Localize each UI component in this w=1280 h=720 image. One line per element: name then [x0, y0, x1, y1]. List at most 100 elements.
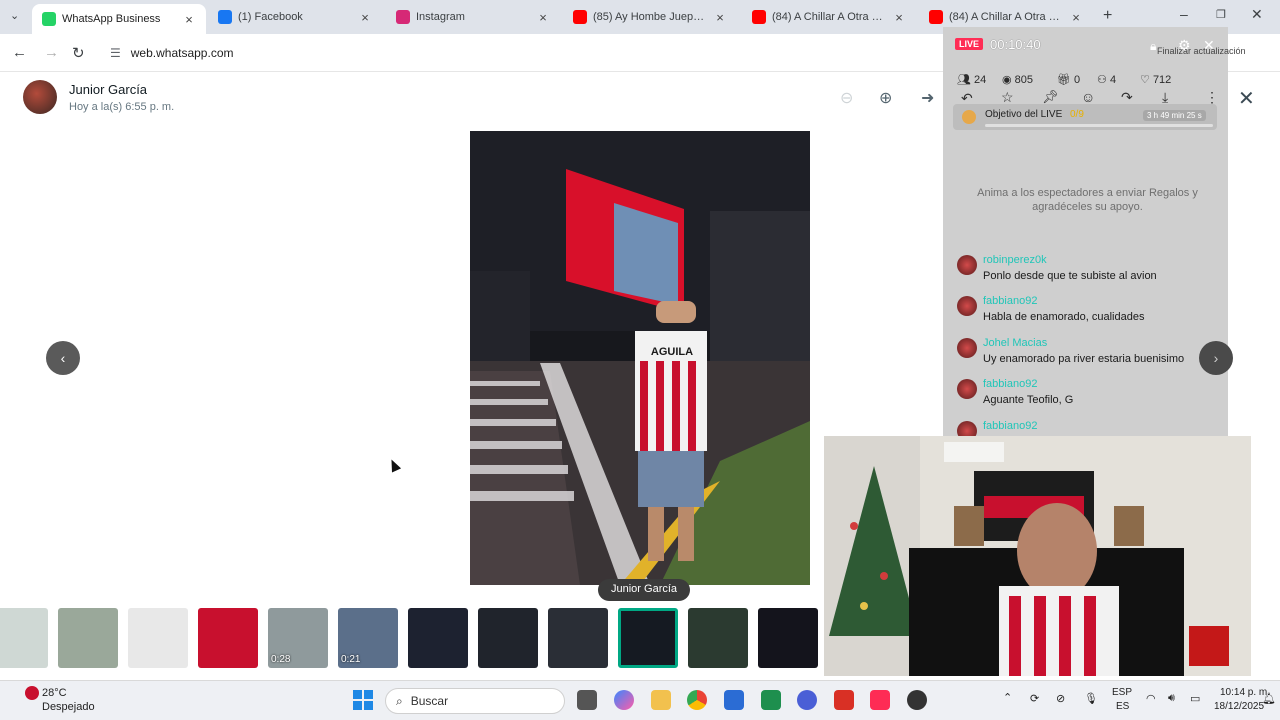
zoom-in-icon[interactable]: ⊕	[879, 88, 892, 108]
forward-icon[interactable]: →	[44, 44, 59, 61]
sender-timestamp: Hoy a la(s) 6:55 p. m.	[69, 101, 175, 113]
pdf-icon[interactable]	[834, 690, 854, 710]
minimize-icon[interactable]: –	[1180, 6, 1188, 22]
new-tab-icon[interactable]: +	[1103, 7, 1112, 25]
media-thumbnail[interactable]	[618, 608, 678, 668]
battery-icon[interactable]: ▭	[1190, 692, 1200, 705]
tray-chevron-icon[interactable]: ⌃	[1003, 691, 1012, 704]
close-window-icon[interactable]: ✕	[1251, 6, 1263, 23]
back-icon[interactable]: ←	[12, 44, 27, 61]
tab-close-icon[interactable]: ×	[358, 10, 372, 25]
close-live-icon[interactable]: ✕	[1203, 37, 1215, 54]
tab-label: (1) Facebook	[238, 11, 303, 23]
close-viewer-icon[interactable]: ✕	[1238, 86, 1255, 111]
copilot-icon[interactable]	[614, 690, 634, 710]
previous-media-button[interactable]: ‹	[46, 341, 80, 375]
avatar[interactable]	[23, 80, 57, 114]
viewers-count: 24	[974, 74, 987, 86]
emoji-icon[interactable]: ☺	[1081, 89, 1095, 105]
microphone-icon[interactable]: 🎙︎	[1084, 692, 1098, 705]
media-thumbnail[interactable]	[0, 608, 48, 668]
tab-close-icon[interactable]: ×	[182, 12, 196, 27]
reload-icon[interactable]: ↻	[72, 44, 85, 62]
wifi-icon[interactable]: ◠	[1146, 692, 1156, 705]
media-image: AGUILA	[470, 131, 810, 585]
eye-icon: ◉	[1002, 74, 1012, 86]
viewers-stat: 👥︎ 24	[957, 73, 986, 86]
goal-progress: 0/9	[1070, 109, 1084, 120]
chat-avatar[interactable]	[957, 255, 977, 275]
clock-date[interactable]: 18/12/2025	[1214, 701, 1264, 712]
media-thumbnail[interactable]	[198, 608, 258, 668]
chat-username[interactable]: fabbiano92	[983, 378, 1037, 390]
tab-label: (85) Ay Hombe Juepa Je, B	[593, 11, 707, 23]
obs-icon[interactable]	[907, 690, 927, 710]
settings-icon[interactable]: ⚙	[1178, 37, 1191, 54]
views-count: 805	[1014, 74, 1034, 86]
notifications-icon[interactable]: 🔔︎	[1262, 692, 1276, 705]
tray-network-off-icon[interactable]: ⊘	[1056, 692, 1065, 705]
tab-close-icon[interactable]: ×	[892, 10, 906, 25]
media-thumbnail[interactable]: 0:28	[268, 608, 328, 668]
tiktok-live-icon[interactable]	[870, 690, 890, 710]
media-thumbnail[interactable]	[58, 608, 118, 668]
tab-close-icon[interactable]: ×	[536, 10, 550, 25]
tab-favicon-icon	[929, 10, 943, 24]
media-thumbnail[interactable]	[478, 608, 538, 668]
lock-icon[interactable]: 🔒︎	[1150, 39, 1156, 54]
chat-avatar[interactable]	[957, 338, 977, 358]
task-view-icon[interactable]	[577, 690, 597, 710]
windows-start-icon[interactable]	[353, 690, 373, 710]
tray-app-icon[interactable]: ⟳	[1030, 692, 1039, 705]
zoom-out-icon[interactable]: ⊖	[840, 88, 853, 108]
gifts-count: 0	[1074, 74, 1081, 86]
tab-favicon-icon	[396, 10, 410, 24]
app-icon[interactable]	[797, 690, 817, 710]
tab-close-icon[interactable]: ×	[713, 10, 727, 25]
chat-avatar[interactable]	[957, 296, 977, 316]
next-media-button[interactable]: ›	[1199, 341, 1233, 375]
file-explorer-icon[interactable]	[651, 690, 671, 710]
browser-tab[interactable]: WhatsApp Business ×	[32, 4, 206, 34]
pin-icon[interactable]: 📌︎	[1042, 89, 1059, 105]
goal-icon	[962, 110, 976, 124]
language-indicator[interactable]: ESP	[1112, 687, 1132, 698]
site-info-icon[interactable]: ☰	[110, 46, 121, 60]
maximize-icon[interactable]: ❐	[1216, 8, 1226, 21]
taskbar-search[interactable]: ⌕ Buscar	[385, 688, 565, 714]
video-duration: 0:21	[341, 654, 361, 665]
likes-stat: ♡ 712	[1140, 73, 1171, 86]
chrome-icon[interactable]	[687, 690, 707, 710]
jersey-text: AGUILA	[651, 346, 693, 358]
browser-tab[interactable]: (85) Ay Hombe Juepa Je, B ×	[563, 4, 737, 30]
browser-tab[interactable]: (84) A Chillar A Otra Parte. ×	[742, 4, 916, 30]
gift-hint-text: Anima a los espectadores a enviar Regalo…	[977, 187, 1198, 213]
media-thumbnail[interactable]	[688, 608, 748, 668]
media-thumbnail[interactable]	[548, 608, 608, 668]
tab-favicon-icon	[573, 10, 587, 24]
media-thumbnail[interactable]: 0:21	[338, 608, 398, 668]
media-thumbnail[interactable]	[758, 608, 818, 668]
media-thumbnail[interactable]	[408, 608, 468, 668]
tab-close-icon[interactable]: ×	[1069, 10, 1083, 25]
word-icon[interactable]	[724, 690, 744, 710]
volume-icon[interactable]: 🔊︎	[1168, 692, 1175, 705]
chat-username[interactable]: fabbiano92	[983, 295, 1037, 307]
browser-tab[interactable]: Instagram ×	[386, 4, 560, 30]
chat-username[interactable]: fabbiano92	[983, 420, 1037, 432]
browser-tab[interactable]: (1) Facebook ×	[208, 4, 382, 30]
forward-message-icon[interactable]: ➜	[921, 88, 934, 108]
keyboard-layout[interactable]: ES	[1116, 701, 1129, 712]
chat-username[interactable]: Johel Macias	[983, 337, 1047, 349]
tab-search-icon[interactable]: ⌄	[10, 9, 19, 22]
excel-icon[interactable]	[761, 690, 781, 710]
media-thumbnail[interactable]	[128, 608, 188, 668]
weather-description[interactable]: Despejado	[42, 701, 95, 713]
weather-icon[interactable]	[25, 686, 39, 700]
tab-favicon-icon	[752, 10, 766, 24]
chat-avatar[interactable]	[957, 379, 977, 399]
update-hint[interactable]: Finalizar actualización	[1157, 46, 1246, 56]
chat-username[interactable]: robinperez0k	[983, 254, 1047, 266]
weather-temperature[interactable]: 28°C	[42, 687, 67, 699]
heart-icon: ♡	[1140, 74, 1150, 86]
